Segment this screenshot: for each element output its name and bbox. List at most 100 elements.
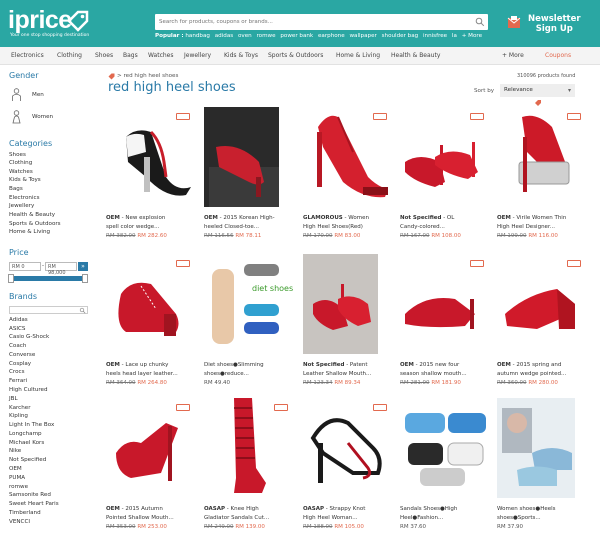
brand-item[interactable]: Kipling	[9, 413, 28, 419]
brand-item[interactable]: Coach	[9, 343, 26, 349]
product-image[interactable]	[400, 107, 490, 207]
product-image[interactable]	[106, 254, 196, 354]
products-found: 310096 products found	[517, 73, 576, 79]
product-image[interactable]	[303, 107, 393, 207]
product-image[interactable]	[204, 398, 294, 498]
search-input[interactable]	[159, 17, 459, 27]
nav-item-jewellery[interactable]: Jewellery	[184, 52, 211, 59]
popular-more-link[interactable]: + More	[462, 33, 482, 39]
popular-link[interactable]: shoulder bag	[382, 33, 419, 39]
product-image[interactable]	[106, 398, 196, 498]
price-min-input[interactable]: RM 0	[9, 262, 41, 271]
brand-item[interactable]: Casio G-Shock	[9, 334, 49, 340]
product-title-text: - Lace up chunky	[119, 362, 169, 368]
product-image[interactable]	[204, 107, 294, 207]
category-item[interactable]: Health & Beauty	[9, 212, 55, 218]
brand-item[interactable]: Longchamp	[9, 431, 42, 437]
product-price: RM 37.90	[497, 524, 523, 530]
nav-item-kids-toys[interactable]: Kids & Toys	[224, 52, 258, 59]
price-slider-max-handle[interactable]	[82, 274, 88, 283]
product-image[interactable]: diet shoes	[204, 254, 294, 354]
product-title-text: - Virile Women Thin	[510, 215, 567, 221]
product-image[interactable]	[303, 254, 393, 354]
brand-search-input[interactable]	[9, 306, 88, 314]
nav-item-bags[interactable]: Bags	[123, 52, 138, 59]
popular-link[interactable]: la	[452, 33, 457, 39]
category-item[interactable]: Watches	[9, 169, 33, 175]
product-image[interactable]	[400, 398, 490, 498]
product-image[interactable]	[400, 254, 490, 354]
brand-item[interactable]: Not Specified	[9, 457, 46, 463]
nav-item-home-living[interactable]: Home & Living	[336, 52, 380, 59]
category-item[interactable]: Home & Living	[9, 229, 50, 235]
product-image[interactable]	[497, 254, 587, 354]
search-icon[interactable]	[475, 17, 485, 27]
brand-item[interactable]: Nike	[9, 448, 21, 454]
product-image[interactable]	[303, 398, 393, 498]
brand-item[interactable]: Karcher	[9, 405, 31, 411]
brand-item[interactable]: ASICS	[9, 326, 25, 332]
category-item[interactable]: Bags	[9, 186, 23, 192]
price-max-input[interactable]: RM 98,000	[45, 262, 77, 276]
brand-item[interactable]: Samsonite Red	[9, 492, 51, 498]
newsletter-envelope-icon[interactable]	[507, 15, 521, 29]
brand-item[interactable]: Ferrari	[9, 378, 27, 384]
newsletter-signup[interactable]: Newsletter Sign Up	[528, 14, 581, 34]
product-image[interactable]	[497, 398, 587, 498]
brand-item[interactable]: JBL	[9, 396, 18, 402]
male-icon[interactable]	[11, 88, 22, 102]
logo[interactable]: iprice	[8, 8, 72, 33]
sort-select[interactable]: Relevance ▾	[500, 84, 575, 97]
nav-item-clothing[interactable]: Clothing	[57, 52, 82, 59]
product-image[interactable]	[497, 107, 587, 207]
old-price: RM 199.00	[497, 233, 527, 239]
popular-link[interactable]: romwe	[256, 33, 275, 39]
gender-women[interactable]: Women	[32, 114, 53, 120]
category-item[interactable]: Shoes	[9, 152, 26, 158]
brand-item[interactable]: Adidas	[9, 317, 28, 323]
product-image[interactable]	[106, 107, 196, 207]
brands-heading: Brands	[9, 292, 37, 301]
female-icon[interactable]	[11, 110, 22, 124]
popular-link[interactable]: adidas	[215, 33, 233, 39]
brand-item[interactable]: Converse	[9, 352, 35, 358]
nav-item-watches[interactable]: Watches	[148, 52, 174, 59]
brand-item[interactable]: OEM	[9, 466, 22, 472]
brand-item[interactable]: Timberland	[9, 510, 41, 516]
nav-coupons[interactable]: Coupons	[545, 52, 571, 59]
home-tag-icon[interactable]	[108, 73, 115, 80]
popular-link[interactable]: wallpaper	[349, 33, 376, 39]
nav-more[interactable]: + More	[502, 52, 524, 59]
popular-link[interactable]: handbag	[185, 33, 210, 39]
product-title-text: Candy-colored...	[400, 223, 445, 230]
category-item[interactable]: Kids & Toys	[9, 177, 41, 183]
price-go-button[interactable]: »	[78, 262, 88, 271]
brand-item[interactable]: High Cultured	[9, 387, 48, 393]
nav-item-sports-outdoors[interactable]: Sports & Outdoors	[268, 52, 323, 59]
brand-item[interactable]: Sweet Heart Paris	[9, 501, 59, 507]
product-title-text: Sandals Shoes●High	[400, 506, 458, 512]
price-slider-min-handle[interactable]	[8, 274, 14, 283]
popular-link[interactable]: power bank	[280, 33, 313, 39]
brand-item[interactable]: Cosplay	[9, 361, 31, 367]
popular-link[interactable]: oven	[238, 33, 252, 39]
brand-item[interactable]: Crocs	[9, 369, 25, 375]
brand-item[interactable]: VENCCI	[9, 519, 30, 525]
product-title: OEM - Lace up chunky heels head layer lea…	[106, 361, 198, 378]
nav-item-electronics[interactable]: Electronics	[11, 52, 44, 59]
category-item[interactable]: Jewellery	[9, 203, 34, 209]
popular-link[interactable]: innisfree	[423, 33, 447, 39]
brand-item[interactable]: PUMA	[9, 475, 25, 481]
popular-link[interactable]: earphone	[318, 33, 345, 39]
nav-item-shoes[interactable]: Shoes	[95, 52, 113, 59]
gender-men[interactable]: Men	[32, 92, 44, 98]
brand-item[interactable]: Michael Kors	[9, 440, 44, 446]
category-item[interactable]: Clothing	[9, 160, 32, 166]
brand-item[interactable]: Light In The Box	[9, 422, 54, 428]
sale-tag-icon	[176, 404, 190, 411]
nav-item-health-beauty[interactable]: Health & Beauty	[391, 52, 440, 59]
category-item[interactable]: Sports & Outdoors	[9, 221, 61, 227]
product-price: RM 382.00 RM 282.60	[106, 233, 167, 239]
category-item[interactable]: Electronics	[9, 195, 40, 201]
brand-item[interactable]: romwe	[9, 484, 28, 490]
